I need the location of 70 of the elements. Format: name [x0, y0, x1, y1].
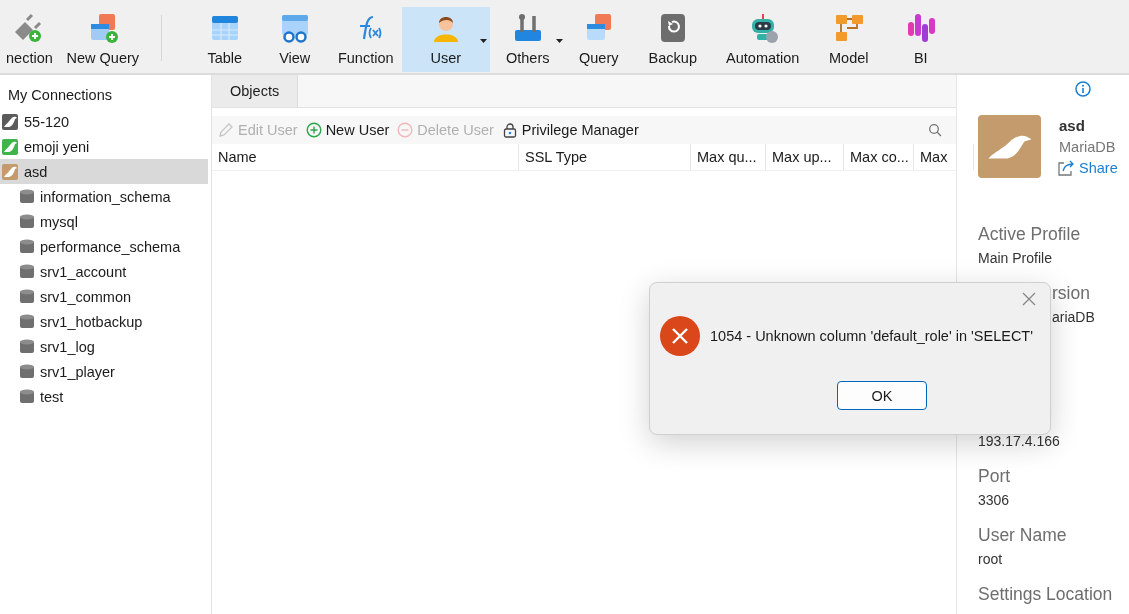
database-icon [20, 338, 34, 355]
database-icon [20, 213, 34, 230]
database-icon [20, 263, 34, 280]
field-label: rsion [1052, 283, 1091, 305]
connection-name: asd [1059, 117, 1086, 134]
database-item[interactable]: test [0, 384, 208, 409]
share-link[interactable]: Share [1057, 160, 1118, 176]
toolbar-button[interactable]: Others [489, 7, 566, 72]
database-item[interactable]: mysql [0, 209, 208, 234]
close-icon[interactable] [1022, 292, 1036, 306]
caret-icon[interactable] [479, 39, 487, 43]
toolbar-action[interactable]: New User [305, 122, 390, 138]
database-item[interactable]: information_schema [0, 184, 208, 209]
field-value: ariaDB [1052, 309, 1096, 327]
field-label: User Name [978, 525, 1068, 547]
connection-type: MariaDB [1059, 139, 1117, 155]
toolbar-button[interactable]: Automation [713, 7, 812, 72]
pencil-icon [218, 122, 234, 138]
sidebar-title: My Connections [7, 86, 113, 105]
toolbar-button[interactable]: Backup [631, 7, 714, 72]
field-label: Active Profile [978, 224, 1082, 246]
toolbar-button[interactable]: Function [329, 7, 402, 72]
toolbar-button[interactable]: nection [0, 7, 59, 72]
database-icon [20, 188, 34, 205]
lock-icon [501, 122, 518, 138]
connection-item[interactable]: emoji yeni [0, 134, 208, 159]
field-value: 3306 [978, 492, 1011, 510]
field-value: 193.17.4.166 [978, 433, 1061, 451]
database-item[interactable]: srv1_log [0, 334, 208, 359]
database-icon [20, 288, 34, 305]
connection-item[interactable]: asd [0, 159, 208, 184]
column-header[interactable]: Max co... [844, 144, 914, 170]
error-message: 1054 - Unknown column 'default_role' in 'SELECT' [710, 328, 1033, 344]
field-label: Port [978, 466, 1012, 488]
toolbar-button[interactable]: New Query [58, 7, 147, 72]
column-header[interactable]: Max qu... [691, 144, 766, 170]
database-item[interactable]: srv1_common [0, 284, 208, 309]
database-icon [20, 313, 34, 330]
field-value: Main Profile [978, 250, 1053, 268]
toolbar-action[interactable]: Privilege Manager [501, 122, 639, 138]
toolbar-button[interactable]: User [401, 7, 490, 72]
database-item[interactable]: performance_schema [0, 234, 208, 259]
info-icon[interactable] [1075, 81, 1091, 97]
database-item[interactable]: srv1_account [0, 259, 208, 284]
toolbar-button[interactable]: BI [885, 7, 956, 72]
database-icon [20, 238, 34, 255]
minus-circle-icon [397, 122, 414, 138]
database-icon [20, 388, 34, 405]
field-value: root [978, 551, 1004, 569]
toolbar-button[interactable]: Table [189, 7, 260, 72]
toolbar-button[interactable]: Query [565, 7, 632, 72]
field-label: Settings Location [978, 584, 1114, 606]
plus-circle-icon [305, 122, 322, 138]
toolbar-button[interactable]: View [259, 7, 330, 72]
database-icon [20, 363, 34, 380]
database-item[interactable]: srv1_player [0, 359, 208, 384]
caret-icon[interactable] [555, 39, 563, 43]
search-icon[interactable] [928, 123, 942, 137]
database-item[interactable]: srv1_hotbackup [0, 309, 208, 334]
column-header[interactable]: SSL Type [519, 144, 691, 170]
connection-item[interactable]: 55-120 [0, 109, 208, 134]
error-icon [660, 316, 700, 356]
tab[interactable]: Objects [212, 75, 299, 107]
toolbar-button[interactable]: Model [811, 7, 886, 72]
connection-logo [978, 115, 1041, 178]
ok-button[interactable]: OK [837, 381, 927, 410]
column-header[interactable]: Name [212, 144, 519, 170]
share-icon [1057, 160, 1075, 176]
column-header[interactable]: Max up... [766, 144, 844, 170]
column-header[interactable]: Max [914, 144, 974, 170]
